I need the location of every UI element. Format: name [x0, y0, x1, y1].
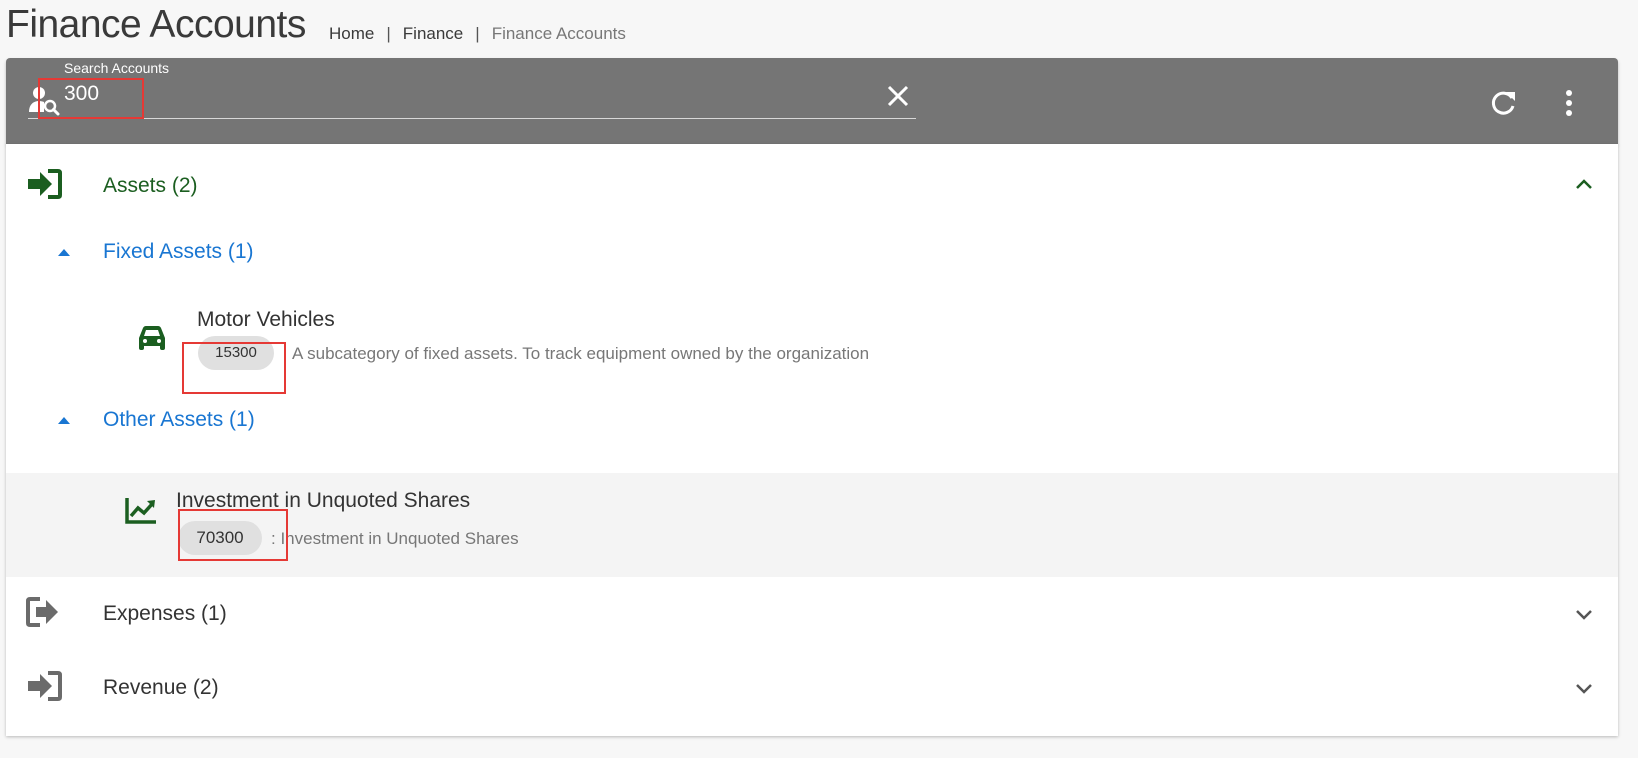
caret-up-icon	[58, 417, 70, 424]
search-label: Search Accounts	[64, 60, 170, 76]
group-revenue[interactable]: Revenue (2)	[6, 658, 1618, 714]
annotation-highlight	[178, 509, 288, 561]
page-header: Finance Accounts Home | Finance | Financ…	[6, 0, 1626, 56]
breadcrumb-separator: |	[475, 24, 480, 43]
more-options-button[interactable]	[1554, 86, 1584, 120]
account-description: : Investment in Unquoted Shares	[271, 529, 519, 548]
sign-in-icon	[28, 169, 62, 199]
breadcrumb-separator: |	[386, 24, 391, 43]
subgroup-fixed-assets[interactable]: Fixed Assets (1)	[6, 230, 1618, 274]
trending-up-icon	[125, 498, 156, 524]
breadcrumb: Home | Finance | Finance Accounts	[329, 24, 626, 44]
car-icon	[139, 326, 165, 350]
account-name: Motor Vehicles	[197, 308, 335, 331]
group-label: Revenue (2)	[103, 676, 219, 699]
subgroup-label: Other Assets (1)	[103, 408, 255, 431]
accounts-panel: Assets (2) Fixed Assets (1) Motor Vehicl…	[6, 144, 1618, 736]
group-label: Expenses (1)	[103, 602, 227, 625]
chevron-down-icon[interactable]	[1572, 676, 1596, 700]
search-toolbar: Search Accounts	[6, 58, 1618, 144]
annotation-highlight	[182, 342, 286, 394]
group-expenses[interactable]: Expenses (1)	[6, 584, 1618, 640]
account-description: A subcategory of fixed assets. To track …	[292, 344, 870, 363]
group-label: Assets (2)	[103, 174, 198, 197]
breadcrumb-finance[interactable]: Finance	[403, 24, 463, 44]
clear-search-button[interactable]	[882, 80, 914, 112]
refresh-button[interactable]	[1486, 86, 1520, 120]
chevron-down-icon[interactable]	[1572, 602, 1596, 626]
search-input[interactable]	[64, 78, 764, 110]
breadcrumb-current: Finance Accounts	[491, 24, 626, 43]
chevron-up-icon[interactable]	[1572, 172, 1596, 196]
annotation-highlight	[38, 78, 144, 119]
breadcrumb-home[interactable]: Home	[329, 24, 374, 44]
subgroup-label: Fixed Assets (1)	[103, 240, 254, 263]
group-assets[interactable]: Assets (2)	[6, 156, 1618, 212]
caret-up-icon	[58, 249, 70, 256]
subgroup-other-assets[interactable]: Other Assets (1)	[6, 398, 1618, 442]
page-title: Finance Accounts	[6, 3, 306, 46]
search-underline	[28, 118, 916, 119]
sign-out-icon	[26, 597, 58, 627]
sign-in-icon	[28, 671, 62, 701]
